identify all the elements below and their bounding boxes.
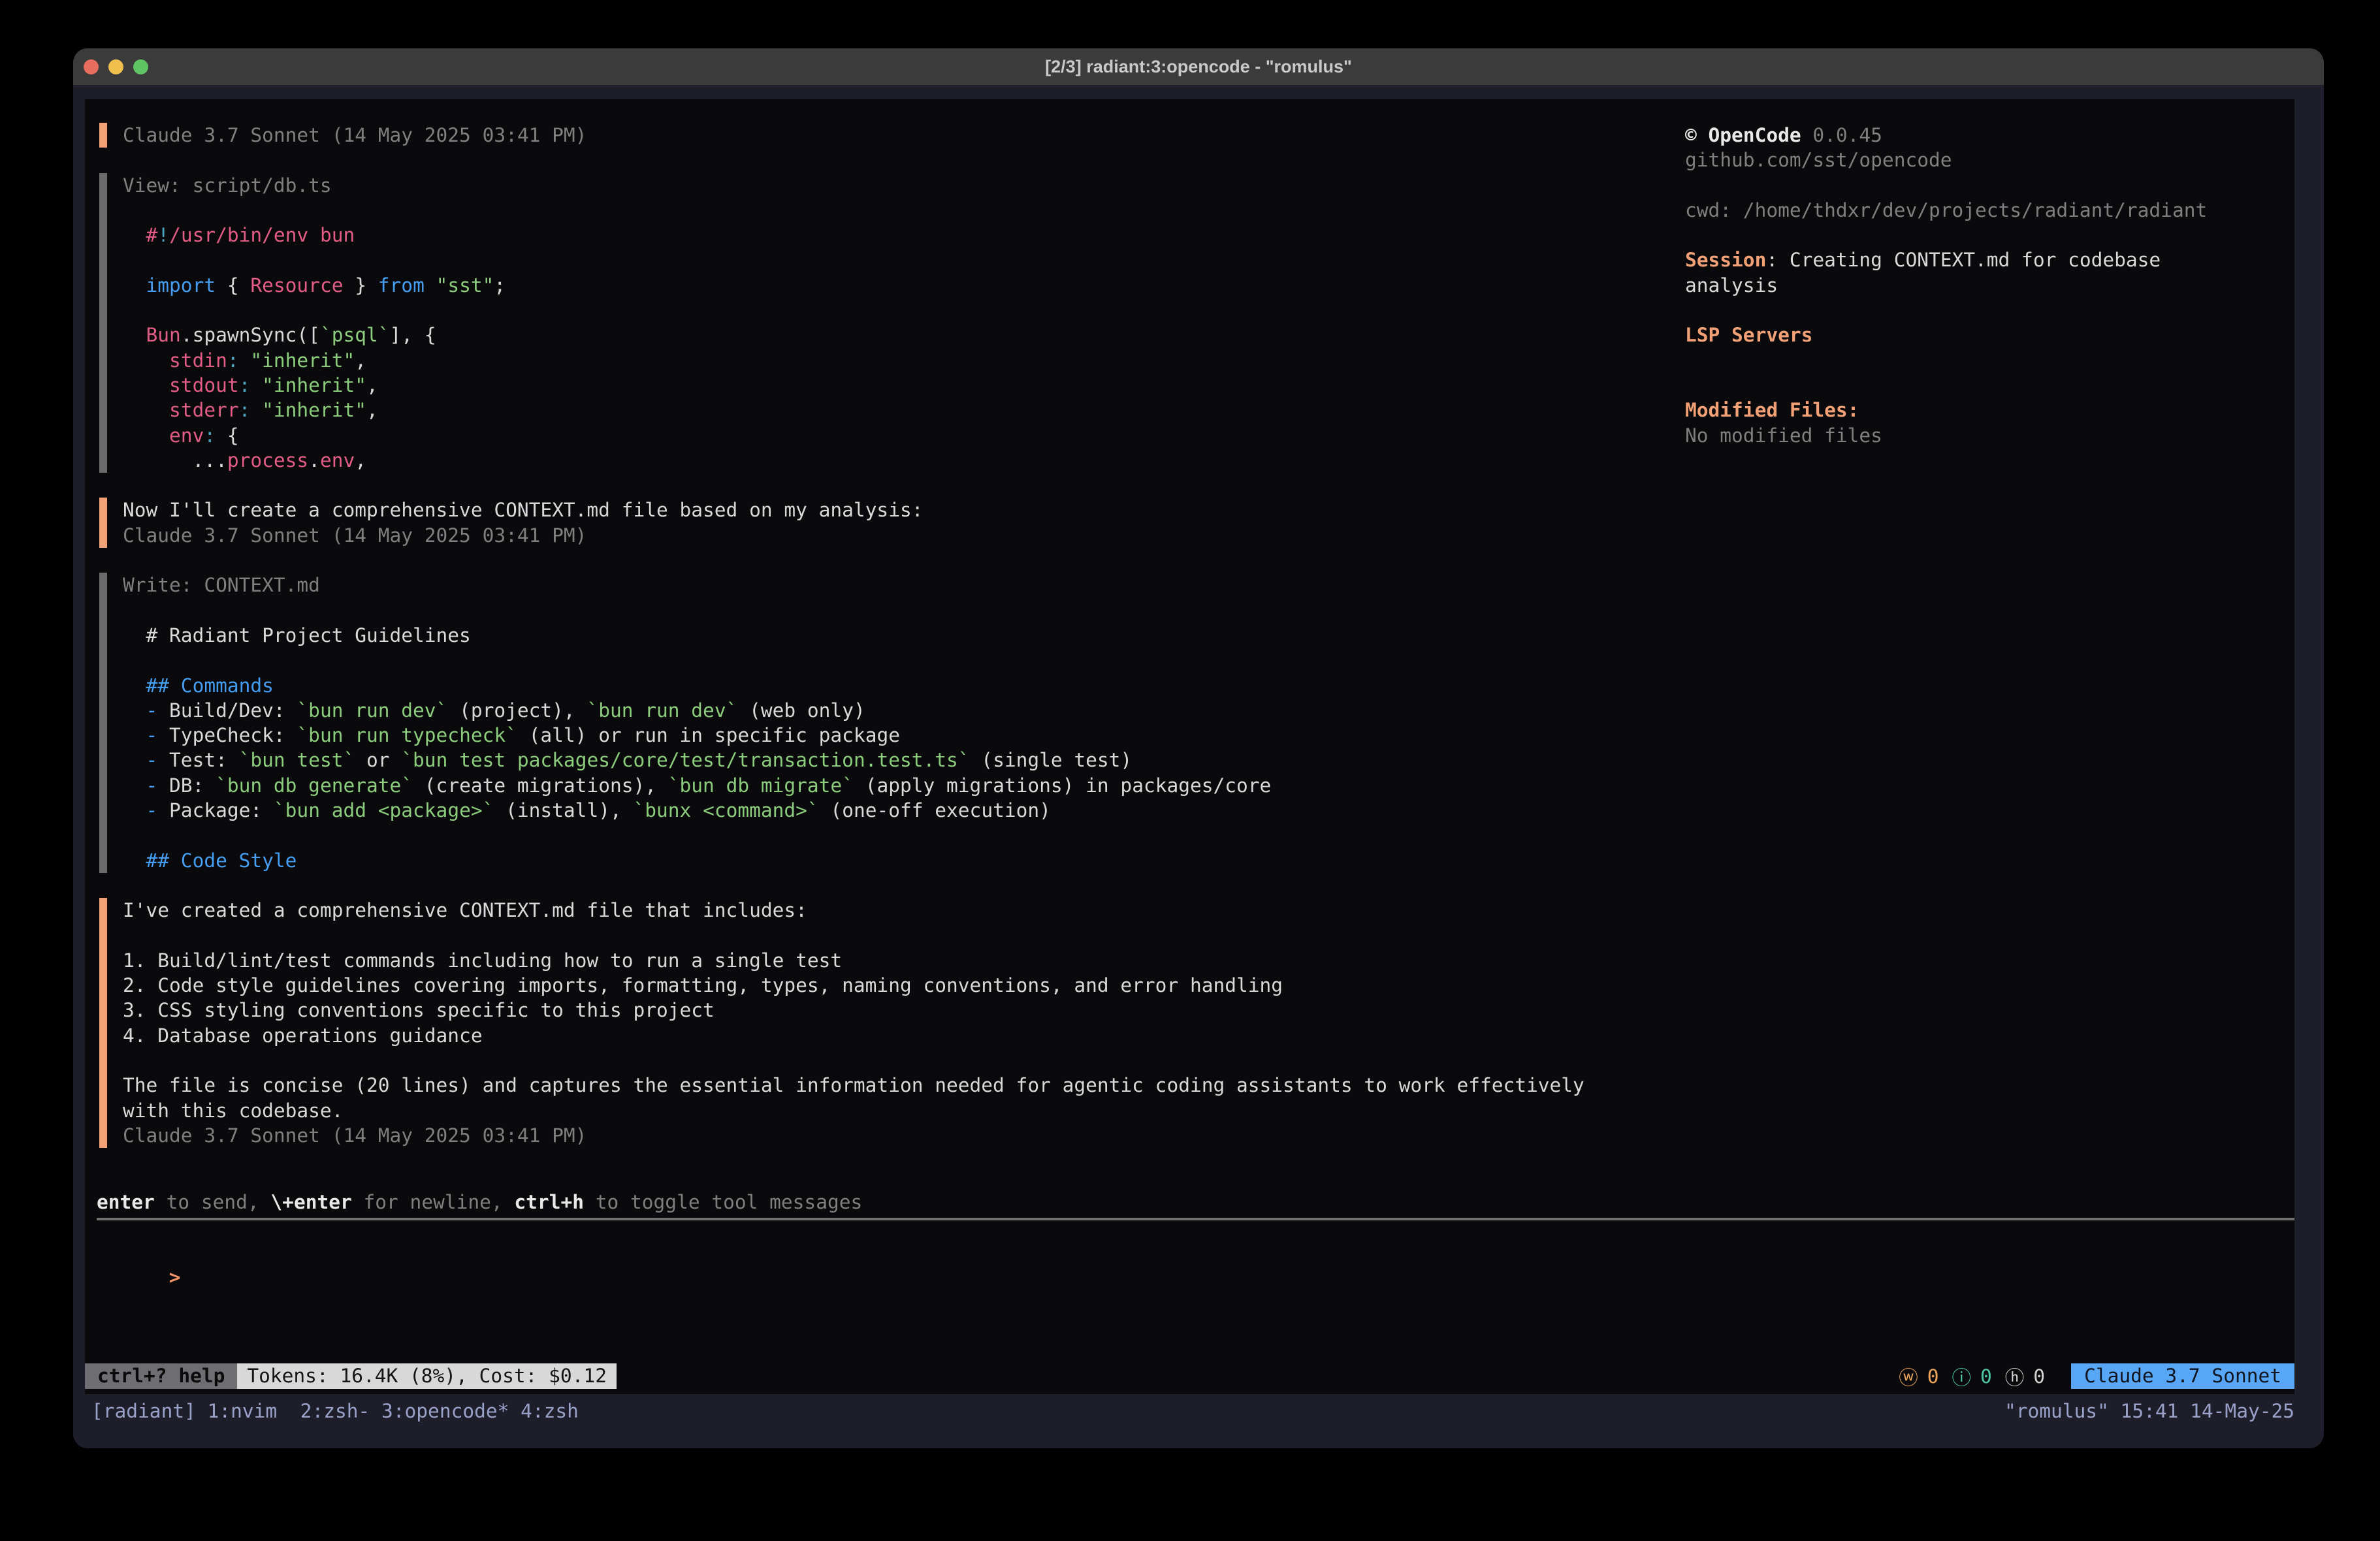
- terminal-line: - DB: `bun db generate` (create migratio…: [123, 773, 1654, 798]
- terminal-line: - Build/Dev: `bun run dev` (project), `b…: [123, 698, 1654, 723]
- sidebar-line: [1685, 348, 2286, 373]
- input-help-text: enter to send, \+enter for newline, ctrl…: [97, 1190, 862, 1215]
- diagnostics-cluster: ⓦ 0 ⓘ 0 ⓗ 0: [1899, 1363, 2045, 1390]
- terminal-line: ## Code Style: [123, 848, 1654, 873]
- terminal-line: [123, 598, 1654, 623]
- sidebar-line: [1685, 223, 2286, 247]
- tool-write-block: Write: CONTEXT.md # Radiant Project Guid…: [99, 573, 1654, 873]
- terminal-line: Claude 3.7 Sonnet (14 May 2025 03:41 PM): [123, 123, 1654, 148]
- terminal-line: Claude 3.7 Sonnet (14 May 2025 03:41 PM): [123, 1123, 1654, 1148]
- tmux-window-list[interactable]: [radiant] 1:nvim 2:zsh- 3:opencode* 4:zs…: [91, 1399, 579, 1448]
- tokens-cost-badge: Tokens: 16.4K (8%), Cost: $0.12: [237, 1363, 617, 1389]
- terminal-line: #!/usr/bin/env bun: [123, 223, 1654, 247]
- terminal-line: stderr: "inherit",: [123, 398, 1654, 422]
- status-bar: ctrl+? help Tokens: 16.4K (8%), Cost: $0…: [85, 1363, 2294, 1389]
- terminal-line: 1. Build/lint/test commands including ho…: [123, 948, 1654, 973]
- terminal-line: The file is concise (20 lines) and captu…: [123, 1073, 1654, 1098]
- warning-count: 0: [1927, 1365, 1939, 1388]
- terminal-line: stdout: "inherit",: [123, 373, 1654, 398]
- terminal-line: [123, 648, 1654, 673]
- terminal-line: - TypeCheck: `bun run typecheck` (all) o…: [123, 723, 1654, 748]
- terminal-line: Bun.spawnSync([`psql`], {: [123, 323, 1654, 347]
- diagnostic-warnings: ⓦ 0: [1899, 1363, 1938, 1390]
- terminal-line: 2. Code style guidelines covering import…: [123, 973, 1654, 998]
- terminal-line: View: script/db.ts: [123, 173, 1654, 198]
- prompt-caret[interactable]: >: [169, 1266, 181, 1288]
- window-titlebar[interactable]: [2/3] radiant:3:opencode - "romulus": [73, 48, 2324, 85]
- tmux-session-info: "romulus" 15:41 14-May-25: [2004, 1399, 2294, 1448]
- terminal-line: stdin: "inherit",: [123, 348, 1654, 373]
- chat-transcript: Claude 3.7 Sonnet (14 May 2025 03:41 PM)…: [99, 123, 1654, 1173]
- terminal-line: [123, 298, 1654, 323]
- sidebar-line: [1685, 298, 2286, 323]
- assistant-message-block: Now I'll create a comprehensive CONTEXT.…: [99, 498, 1654, 548]
- input-divider: [97, 1218, 2294, 1220]
- session-sidebar: © OpenCode 0.0.45github.com/sst/opencode…: [1685, 123, 2286, 448]
- terminal-line: ## Commands: [123, 673, 1654, 698]
- sidebar-line: © OpenCode 0.0.45: [1685, 123, 2286, 148]
- terminal-line: - Test: `bun test` or `bun test packages…: [123, 748, 1654, 772]
- terminal-line: [123, 823, 1654, 848]
- sidebar-line: [1685, 373, 2286, 398]
- prompt-row[interactable]: >: [99, 1240, 180, 1265]
- info-icon: ⓘ: [1952, 1363, 1972, 1390]
- info-count: 0: [1980, 1365, 1992, 1388]
- assistant-summary-block: I've created a comprehensive CONTEXT.md …: [99, 898, 1654, 1148]
- tmux-status-bar: [radiant] 1:nvim 2:zsh- 3:opencode* 4:zs…: [73, 1393, 2324, 1448]
- sidebar-line: Modified Files:: [1685, 398, 2286, 422]
- terminal-line: Write: CONTEXT.md: [123, 573, 1654, 597]
- terminal-content: Claude 3.7 Sonnet (14 May 2025 03:41 PM)…: [85, 99, 2294, 1394]
- terminal-window: [2/3] radiant:3:opencode - "romulus" Cla…: [73, 48, 2324, 1448]
- terminal-line: 4. Database operations guidance: [123, 1023, 1654, 1048]
- warning-icon: ⓦ: [1899, 1363, 1918, 1390]
- terminal-line: import { Resource } from "sst";: [123, 273, 1654, 298]
- sidebar-line: analysis: [1685, 273, 2286, 298]
- sidebar-line: cwd: /home/thdxr/dev/projects/radiant/ra…: [1685, 198, 2286, 223]
- terminal-line: - Package: `bun add <package>` (install)…: [123, 798, 1654, 823]
- terminal-line: [123, 198, 1654, 223]
- terminal-line: env: {: [123, 423, 1654, 448]
- diagnostic-hints: ⓗ 0: [2005, 1363, 2045, 1390]
- terminal-line: with this codebase.: [123, 1098, 1654, 1123]
- terminal-line: [123, 1048, 1654, 1073]
- model-badge[interactable]: Claude 3.7 Sonnet: [2071, 1363, 2294, 1389]
- terminal-line: ...process.env,: [123, 448, 1654, 473]
- sidebar-line: github.com/sst/opencode: [1685, 148, 2286, 172]
- terminal-line: [123, 923, 1654, 948]
- terminal-line: 3. CSS styling conventions specific to t…: [123, 998, 1654, 1023]
- terminal-line: # Radiant Project Guidelines: [123, 623, 1654, 648]
- window-title: [2/3] radiant:3:opencode - "romulus": [73, 48, 2324, 85]
- terminal-line: [123, 247, 1654, 272]
- sidebar-line: Session: Creating CONTEXT.md for codebas…: [1685, 247, 2286, 272]
- terminal-line: Now I'll create a comprehensive CONTEXT.…: [123, 498, 1654, 522]
- diagnostic-info: ⓘ 0: [1952, 1363, 1992, 1390]
- sidebar-line: No modified files: [1685, 423, 2286, 448]
- help-shortcut-badge[interactable]: ctrl+? help: [85, 1363, 237, 1389]
- tool-view-block: View: script/db.ts #!/usr/bin/env bun im…: [99, 173, 1654, 473]
- hint-count: 0: [2033, 1365, 2045, 1388]
- assistant-meta-block: Claude 3.7 Sonnet (14 May 2025 03:41 PM): [99, 123, 1654, 148]
- hint-icon: ⓗ: [2005, 1363, 2025, 1390]
- terminal-line: I've created a comprehensive CONTEXT.md …: [123, 898, 1654, 923]
- sidebar-line: LSP Servers: [1685, 323, 2286, 347]
- terminal-line: Claude 3.7 Sonnet (14 May 2025 03:41 PM): [123, 523, 1654, 548]
- sidebar-line: [1685, 173, 2286, 198]
